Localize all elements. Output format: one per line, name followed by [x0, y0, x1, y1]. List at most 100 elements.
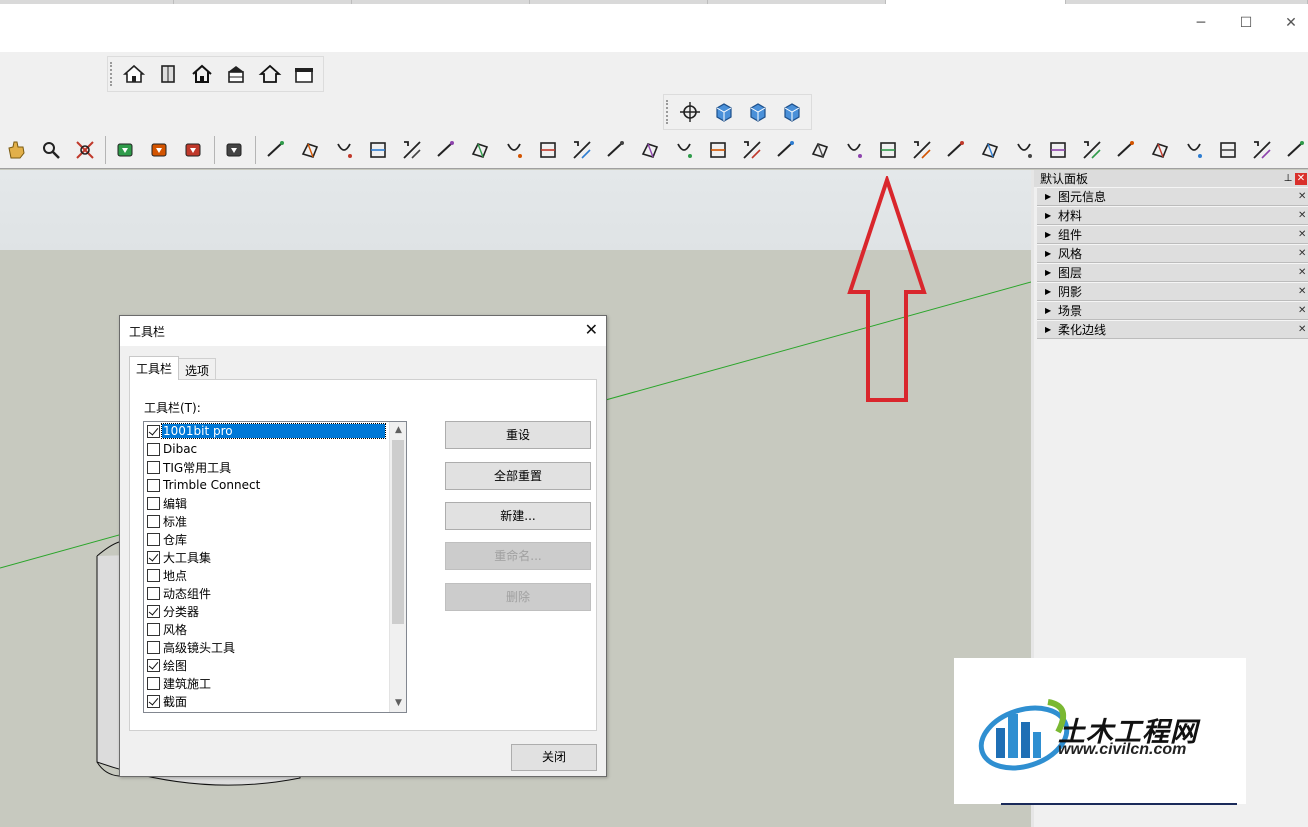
paint-icon[interactable]: [1007, 134, 1041, 166]
expand-triangle-icon[interactable]: ▶: [1045, 325, 1058, 334]
ruby-book-icon[interactable]: [109, 134, 143, 166]
toolbar-checkbox[interactable]: [147, 658, 160, 672]
rotate-shape-icon[interactable]: [531, 134, 565, 166]
house-front-icon[interactable]: [287, 58, 321, 90]
tab-toolbars[interactable]: 工具栏: [129, 356, 180, 380]
circle-add-icon[interactable]: [327, 134, 361, 166]
house-outline-icon[interactable]: [253, 58, 287, 90]
follow-icon[interactable]: [769, 134, 803, 166]
ruby-stack-icon[interactable]: [143, 134, 177, 166]
push-pull-icon[interactable]: [293, 134, 327, 166]
tray-item-close-icon[interactable]: ✕: [1298, 248, 1308, 259]
toolbar-list-item[interactable]: 建筑施工: [144, 674, 406, 692]
pillar-icon[interactable]: [1279, 134, 1308, 166]
toolbar-list-item[interactable]: 编辑: [144, 494, 406, 512]
dialog-close-button[interactable]: 关闭: [511, 744, 597, 771]
toolbar-list-item[interactable]: Dibac: [144, 440, 406, 458]
section-cut-icon[interactable]: [701, 134, 735, 166]
draw-line-icon[interactable]: [259, 134, 293, 166]
expand-triangle-icon[interactable]: ▶: [1045, 287, 1058, 296]
tray-item[interactable]: ▶ 材料 ✕: [1037, 206, 1308, 225]
toolbar-list-item[interactable]: 截面: [144, 692, 406, 710]
hand-stop-icon[interactable]: [1109, 134, 1143, 166]
scroll-thumb[interactable]: [392, 440, 404, 624]
maximize-button[interactable]: ☐: [1231, 12, 1261, 34]
panel-icon[interactable]: [1177, 134, 1211, 166]
tray-close-icon[interactable]: ✕: [1295, 172, 1307, 185]
tray-item[interactable]: ▶ 组件 ✕: [1037, 225, 1308, 244]
tray-item-close-icon[interactable]: ✕: [1298, 324, 1308, 335]
erase-face-icon[interactable]: [395, 134, 429, 166]
reset-button[interactable]: 重设: [445, 421, 591, 449]
reset-all-button[interactable]: 全部重置: [445, 462, 591, 490]
toolbar-list-item[interactable]: 仓库: [144, 530, 406, 548]
color-layers-icon[interactable]: [463, 134, 497, 166]
tray-item-close-icon[interactable]: ✕: [1298, 305, 1308, 316]
house-icon[interactable]: [117, 58, 151, 90]
toolbar-checkbox[interactable]: [147, 640, 160, 654]
frame-icon[interactable]: [939, 134, 973, 166]
corner-icon[interactable]: [803, 134, 837, 166]
expand-triangle-icon[interactable]: ▶: [1045, 306, 1058, 315]
door-icon[interactable]: [151, 58, 185, 90]
listbox-scrollbar[interactable]: ▲ ▼: [389, 422, 406, 712]
toolbar-checkbox[interactable]: [147, 694, 160, 708]
toolbar-grip[interactable]: [110, 62, 113, 86]
rename-button[interactable]: 重命名...: [445, 542, 591, 570]
toolbar-grip[interactable]: [666, 100, 669, 124]
scroll-up-button[interactable]: ▲: [390, 422, 406, 439]
expand-triangle-icon[interactable]: ▶: [1045, 211, 1058, 220]
expand-triangle-icon[interactable]: ▶: [1045, 192, 1058, 201]
window-icon[interactable]: [219, 58, 253, 90]
fence-icon[interactable]: [1075, 134, 1109, 166]
toolbar-checkbox[interactable]: [147, 550, 160, 564]
chamfer-icon[interactable]: [837, 134, 871, 166]
hand-icon[interactable]: [0, 134, 34, 166]
close-window-button[interactable]: ✕: [1276, 12, 1306, 34]
toolbar-list-item[interactable]: 分类器: [144, 602, 406, 620]
stairs-icon[interactable]: [1143, 134, 1177, 166]
new-toolbar-button[interactable]: 新建...: [445, 502, 591, 530]
scroll-down-button[interactable]: ▼: [390, 695, 406, 712]
magnifier-icon[interactable]: [34, 134, 68, 166]
box-icon[interactable]: [667, 134, 701, 166]
toolbar-list-item[interactable]: TIG常用工具: [144, 458, 406, 476]
fillet-icon[interactable]: [905, 134, 939, 166]
toolbar-checkbox[interactable]: [147, 442, 160, 456]
toolbar-checkbox[interactable]: [147, 676, 160, 690]
toolbar-list-item[interactable]: 1001bit pro: [144, 422, 406, 440]
sphere-icon[interactable]: [735, 134, 769, 166]
toolbar-list-item[interactable]: 大工具集: [144, 548, 406, 566]
toolbar-checkbox[interactable]: [147, 586, 160, 600]
ruby-gem-icon[interactable]: [218, 134, 252, 166]
toolbar-list-item[interactable]: 风格: [144, 620, 406, 638]
pin-icon[interactable]: ⊥: [1281, 173, 1295, 184]
toolbar-list-item[interactable]: 标准: [144, 512, 406, 530]
view-front-icon[interactable]: [707, 96, 741, 128]
tray-item[interactable]: ▶ 场景 ✕: [1037, 301, 1308, 320]
toolbar-list-item[interactable]: 高级镜头工具: [144, 638, 406, 656]
toolbar-checkbox[interactable]: [147, 478, 160, 492]
toolbar-checkbox[interactable]: [147, 604, 160, 618]
tray-item-close-icon[interactable]: ✕: [1298, 267, 1308, 278]
toolbar-checkbox[interactable]: [147, 424, 160, 438]
tray-item[interactable]: ▶ 图元信息 ✕: [1037, 187, 1308, 206]
tray-item[interactable]: ▶ 柔化边线 ✕: [1037, 320, 1308, 339]
home-outline-icon[interactable]: [185, 58, 219, 90]
dialog-close-icon[interactable]: ✕: [585, 320, 598, 339]
toolbar-checkbox[interactable]: [147, 496, 160, 510]
layers-icon[interactable]: [429, 134, 463, 166]
tray-item-close-icon[interactable]: ✕: [1298, 210, 1308, 221]
tray-item[interactable]: ▶ 阴影 ✕: [1037, 282, 1308, 301]
toolbar-list-item[interactable]: Trimble Connect: [144, 476, 406, 494]
columns-icon[interactable]: [1041, 134, 1075, 166]
curve-shape-icon[interactable]: [599, 134, 633, 166]
toolbar-checkbox[interactable]: [147, 568, 160, 582]
polyline-icon[interactable]: [361, 134, 395, 166]
loft-icon[interactable]: [565, 134, 599, 166]
toolbars-listbox[interactable]: 1001bit pro Dibac TIG常用工具 Trimble Connect 编辑…: [143, 421, 407, 713]
zoom-extents-icon[interactable]: [68, 134, 102, 166]
toolbar-checkbox[interactable]: [147, 532, 160, 546]
layer-stack-icon[interactable]: [1245, 134, 1279, 166]
minimize-button[interactable]: ─: [1186, 12, 1216, 34]
